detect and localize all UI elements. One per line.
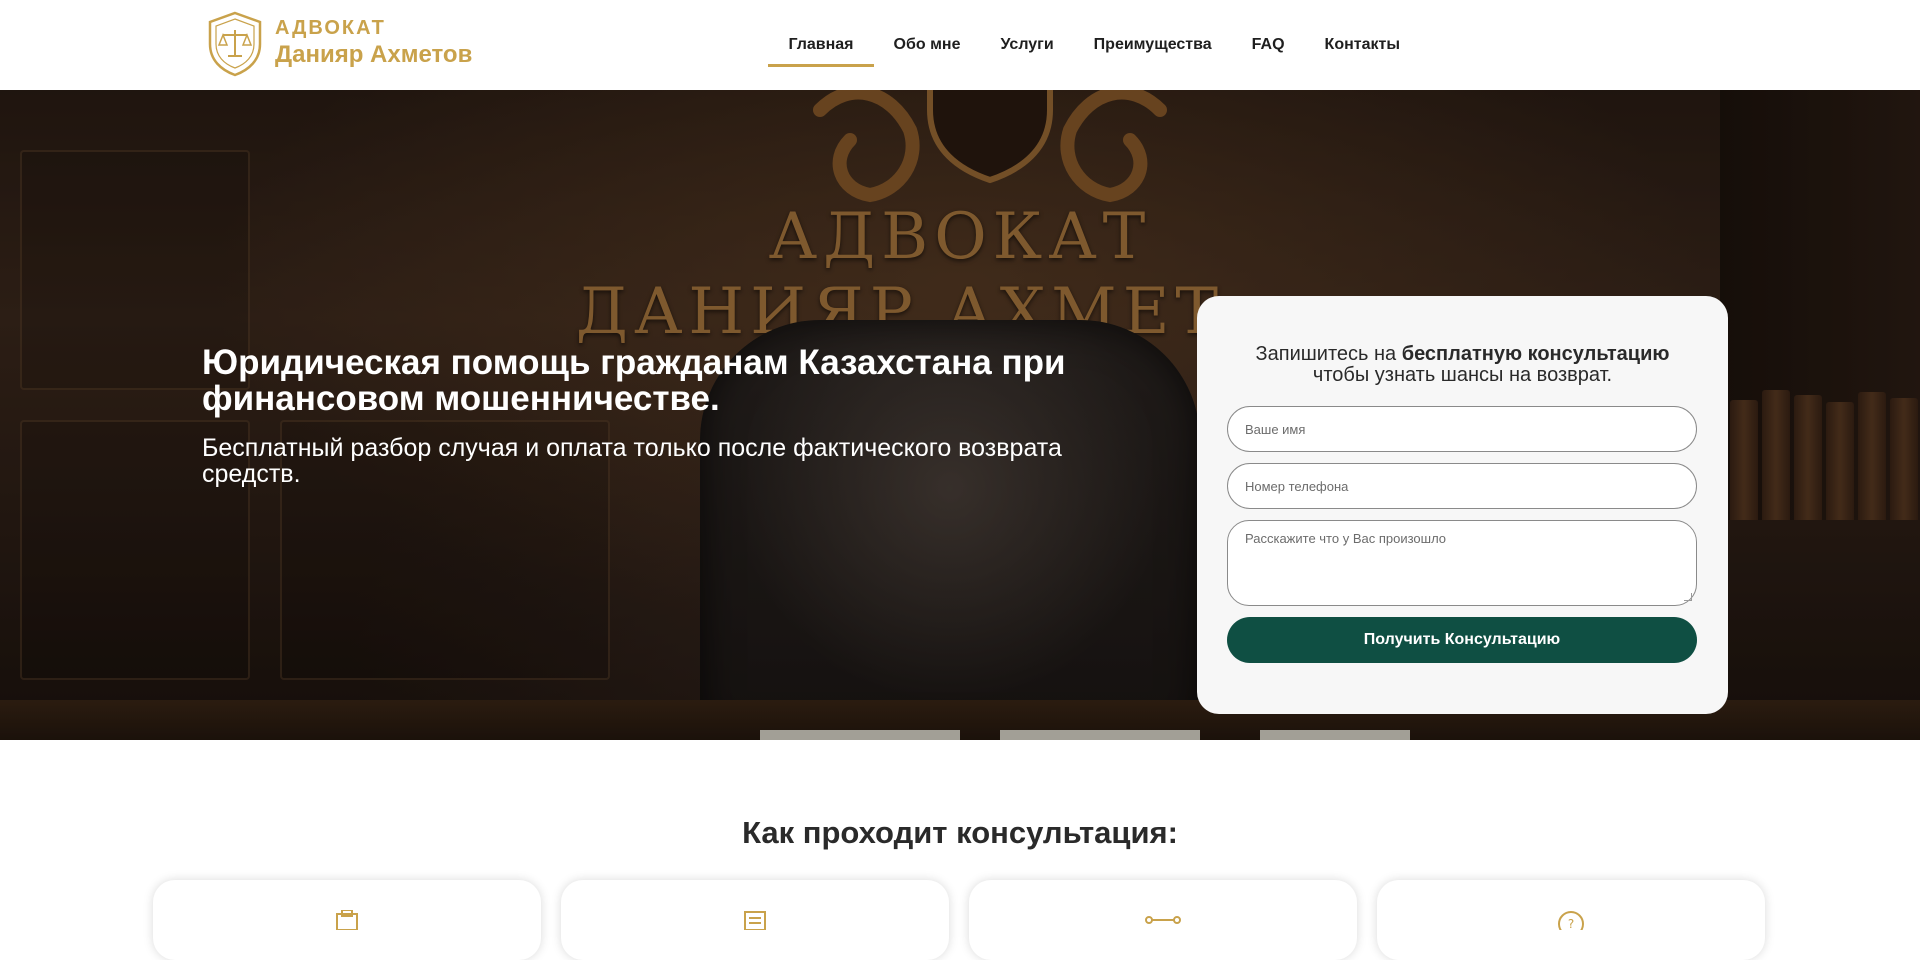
question-icon: ? bbox=[1558, 911, 1584, 930]
clipboard-icon bbox=[336, 910, 358, 930]
shield-scales-icon bbox=[208, 11, 262, 77]
step-card: ? bbox=[1377, 880, 1765, 960]
hero-subtitle: Бесплатный разбор случая и оплата только… bbox=[202, 434, 1062, 488]
consultation-form: Запишитесь на бесплатную консультацию чт… bbox=[1197, 296, 1728, 714]
name-placeholder: Ваше имя bbox=[1245, 422, 1306, 437]
resize-grip-icon[interactable] bbox=[1684, 593, 1692, 601]
logo-name: Данияр Ахметов bbox=[275, 41, 473, 68]
nav-item-contacts[interactable]: Контакты bbox=[1305, 0, 1420, 90]
message-textarea[interactable]: Расскажите что у Вас произошло bbox=[1227, 520, 1697, 606]
site-header: АДВОКАТ Данияр Ахметов Главная Обо мне У… bbox=[0, 0, 1920, 90]
step-card bbox=[969, 880, 1357, 960]
phone-placeholder: Номер телефона bbox=[1245, 479, 1349, 494]
svg-text:?: ? bbox=[1568, 917, 1574, 930]
nav-item-faq[interactable]: FAQ bbox=[1232, 0, 1305, 90]
message-placeholder: Расскажите что у Вас произошло bbox=[1245, 531, 1447, 546]
document-icon bbox=[744, 911, 766, 930]
name-input[interactable]: Ваше имя bbox=[1227, 406, 1697, 452]
nav-item-advantages[interactable]: Преимущества bbox=[1074, 0, 1232, 90]
form-heading-suffix: чтобы узнать шансы на возврат. bbox=[1312, 364, 1613, 386]
submit-button[interactable]: Получить Консультацию bbox=[1227, 617, 1697, 663]
form-heading: Запишитесь на бесплатную консультацию чт… bbox=[1197, 344, 1728, 386]
step-card bbox=[153, 880, 541, 960]
consultation-section-title: Как проходит консультация: bbox=[742, 815, 1178, 850]
nav-item-services[interactable]: Услуги bbox=[980, 0, 1073, 90]
form-heading-bold: бесплатную консультацию bbox=[1401, 343, 1670, 365]
step-card bbox=[561, 880, 949, 960]
logo-title: АДВОКАТ bbox=[275, 17, 386, 39]
nav-item-about[interactable]: Обо мне bbox=[874, 0, 981, 90]
logo[interactable]: АДВОКАТ Данияр Ахметов bbox=[205, 10, 472, 78]
phone-input[interactable]: Номер телефона bbox=[1227, 463, 1697, 509]
form-heading-prefix: Запишитесь на bbox=[1255, 343, 1402, 365]
hero-title: Юридическая помощь гражданам Казахстана … bbox=[202, 343, 1066, 418]
hero-section: АДВОКАТ ДАНИЯР АХМЕТ Юридическая помощь … bbox=[0, 90, 1920, 740]
nav-item-home[interactable]: Главная bbox=[768, 0, 874, 90]
main-nav: Главная Обо мне Услуги Преимущества FAQ … bbox=[768, 0, 1420, 90]
route-icon bbox=[1145, 916, 1181, 924]
